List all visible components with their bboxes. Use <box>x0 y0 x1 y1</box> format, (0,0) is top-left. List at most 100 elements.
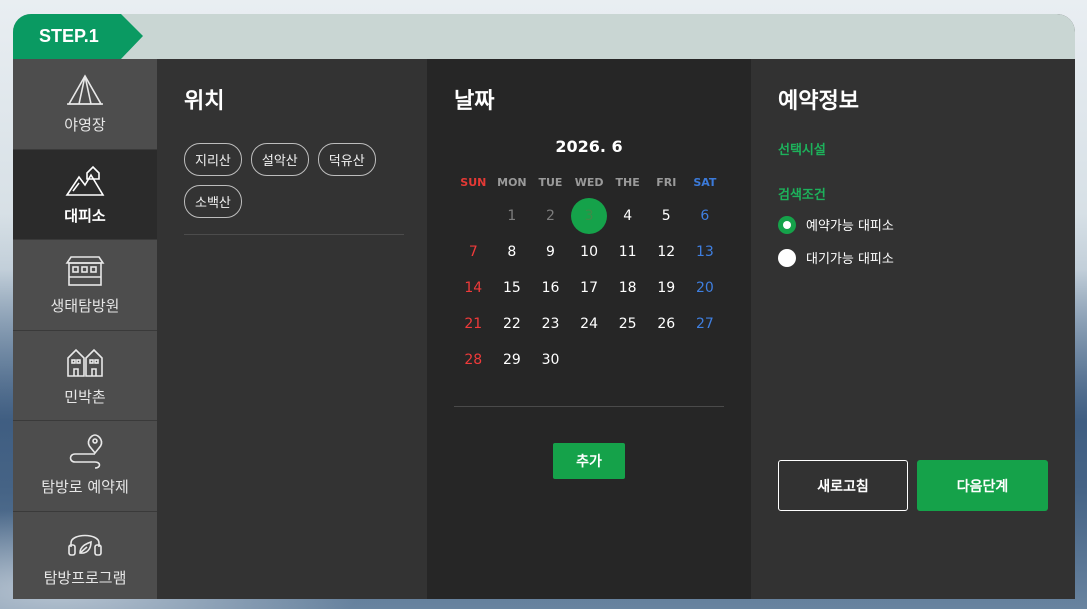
sidebar-item-shelter[interactable]: 대피소 <box>13 149 157 240</box>
weekday-header: MON <box>497 176 527 189</box>
trail-pin-icon <box>69 434 103 470</box>
calendar-day[interactable]: 7 <box>454 234 493 270</box>
calendar-day[interactable]: 16 <box>531 270 570 306</box>
building-icon <box>65 256 105 287</box>
calendar-empty-cell <box>647 342 686 378</box>
calendar-day[interactable]: 26 <box>647 306 686 342</box>
refresh-button[interactable]: 새로고침 <box>778 460 908 511</box>
calendar-day[interactable]: 17 <box>570 270 609 306</box>
step-bar: STEP.1 <box>13 14 1075 59</box>
location-chip-seoraksan[interactable]: 설악산 <box>250 143 309 176</box>
calendar-day[interactable]: 25 <box>608 306 647 342</box>
calendar-day-number: 25 <box>618 316 637 332</box>
sidebar-item-village[interactable]: 민박촌 <box>13 330 157 421</box>
calendar-day[interactable]: 13 <box>686 234 725 270</box>
calendar-day-number: 27 <box>695 316 714 332</box>
weekday-header: WED <box>574 176 604 189</box>
radio-label: 예약가능 대피소 <box>806 219 894 234</box>
calendar-day-number: 13 <box>695 244 714 260</box>
reservation-widget: STEP.1 야영장 대피소 생태탐방원 민박촌 탐방로 예약제 탐방프로그램 … <box>13 14 1075 599</box>
calendar-day-number: 16 <box>541 280 560 296</box>
calendar-day[interactable]: 9 <box>531 234 570 270</box>
calendar-empty-cell <box>570 342 609 378</box>
sidebar-item-label: 탐방로 예약제 <box>41 478 129 497</box>
add-button[interactable]: 추가 <box>553 443 625 479</box>
calendar-day[interactable]: 28 <box>454 342 493 378</box>
calendar-day-number: 29 <box>502 352 521 368</box>
calendar-day-number: 2 <box>546 208 555 224</box>
calendar-day-number: 17 <box>580 280 598 296</box>
calendar-day[interactable]: 27 <box>686 306 725 342</box>
calendar-day[interactable]: 21 <box>454 306 493 342</box>
calendar-day-number: 8 <box>507 244 517 260</box>
houses-icon <box>67 348 103 377</box>
sidebar-item-program[interactable]: 탐방프로그램 <box>13 511 157 599</box>
calendar-day-number: 7 <box>468 244 478 260</box>
date-title: 날짜 <box>454 89 495 114</box>
calendar-month: 2026. 6 <box>555 137 623 156</box>
location-chip-deogyusan[interactable]: 덕유산 <box>317 143 376 176</box>
calendar-day-number: 30 <box>541 352 560 368</box>
calendar-day[interactable]: 29 <box>493 342 532 378</box>
calendar-day[interactable]: 8 <box>493 234 532 270</box>
weekday-header: THE <box>615 176 640 189</box>
calendar-divider <box>454 406 724 407</box>
sidebar-item-label: 생태탐방원 <box>50 297 120 316</box>
calendar-empty-cell <box>454 198 493 234</box>
radio-waitlist-shelter[interactable]: 대기가능 대피소 <box>778 248 1048 267</box>
sidebar-item-label: 민박촌 <box>64 387 106 406</box>
weekday-header: TUE <box>538 176 563 189</box>
calendar-day[interactable]: 2 <box>531 198 570 234</box>
calendar-day-number: 4 <box>623 208 633 224</box>
calendar-day[interactable]: 15 <box>493 270 532 306</box>
calendar-day-number: 6 <box>700 208 710 224</box>
sidebar-item-eco-center[interactable]: 생태탐방원 <box>13 240 157 331</box>
sidebar-item-campsite[interactable]: 야영장 <box>13 59 157 150</box>
location-panel: 위치 지리산 설악산 덕유산 소백산 <box>157 59 427 599</box>
search-condition-label: 검색조건 <box>778 188 826 203</box>
sidebar-item-label: 대피소 <box>64 206 106 225</box>
calendar-day[interactable]: 30 <box>531 342 570 378</box>
calendar-day-number: 19 <box>657 280 676 296</box>
calendar-day[interactable]: 1 <box>493 198 532 234</box>
calendar-day[interactable]: 4 <box>608 198 647 234</box>
calendar-day[interactable]: 12 <box>647 234 686 270</box>
sidebar-item-label: 탐방프로그램 <box>43 568 127 587</box>
radio-label: 대기가능 대피소 <box>806 252 894 267</box>
weekday-header: SAT <box>693 176 717 189</box>
location-title: 위치 <box>184 89 225 114</box>
radio-button[interactable] <box>778 248 796 267</box>
calendar-day[interactable]: 20 <box>686 270 725 306</box>
radio-button-selected[interactable] <box>778 215 796 234</box>
next-step-button[interactable]: 다음단계 <box>917 460 1048 511</box>
headset-leaf-icon <box>68 534 102 556</box>
calendar-day[interactable]: 14 <box>454 270 493 306</box>
calendar-day[interactable]: 23 <box>531 306 570 342</box>
calendar-day[interactable]: 19 <box>647 270 686 306</box>
mountain-shelter-icon <box>65 165 105 196</box>
calendar-day-number: 9 <box>546 244 555 260</box>
radio-available-shelter[interactable]: 예약가능 대피소 <box>778 215 1048 234</box>
calendar-day-number: 15 <box>502 280 521 296</box>
calendar-day-number: 20 <box>695 280 714 296</box>
calendar-day[interactable]: 5 <box>647 198 686 234</box>
calendar-day[interactable]: 10 <box>570 234 609 270</box>
calendar-day[interactable]: 6 <box>686 198 725 234</box>
tent-icon <box>67 74 103 106</box>
calendar-day[interactable]: 22 <box>493 306 532 342</box>
calendar-day[interactable]: 24 <box>570 306 609 342</box>
sidebar-item-label: 야영장 <box>64 116 106 135</box>
location-chip-sobaeksan[interactable]: 소백산 <box>184 185 242 218</box>
calendar-day[interactable]: 3 <box>570 198 609 234</box>
sidebar-item-trail[interactable]: 탐방로 예약제 <box>13 421 157 512</box>
calendar-day-number: 11 <box>618 244 637 260</box>
calendar-empty-cell <box>686 342 725 378</box>
calendar-day-number: 21 <box>464 316 483 332</box>
calendar-day-number: 1 <box>507 208 517 224</box>
calendar-empty-cell <box>608 342 647 378</box>
calendar-day-number: 14 <box>464 280 483 296</box>
calendar-day[interactable]: 18 <box>608 270 647 306</box>
location-chip-jirisan[interactable]: 지리산 <box>184 143 242 176</box>
calendar-day[interactable]: 11 <box>608 234 647 270</box>
calendar-day-number: 23 <box>541 316 560 332</box>
